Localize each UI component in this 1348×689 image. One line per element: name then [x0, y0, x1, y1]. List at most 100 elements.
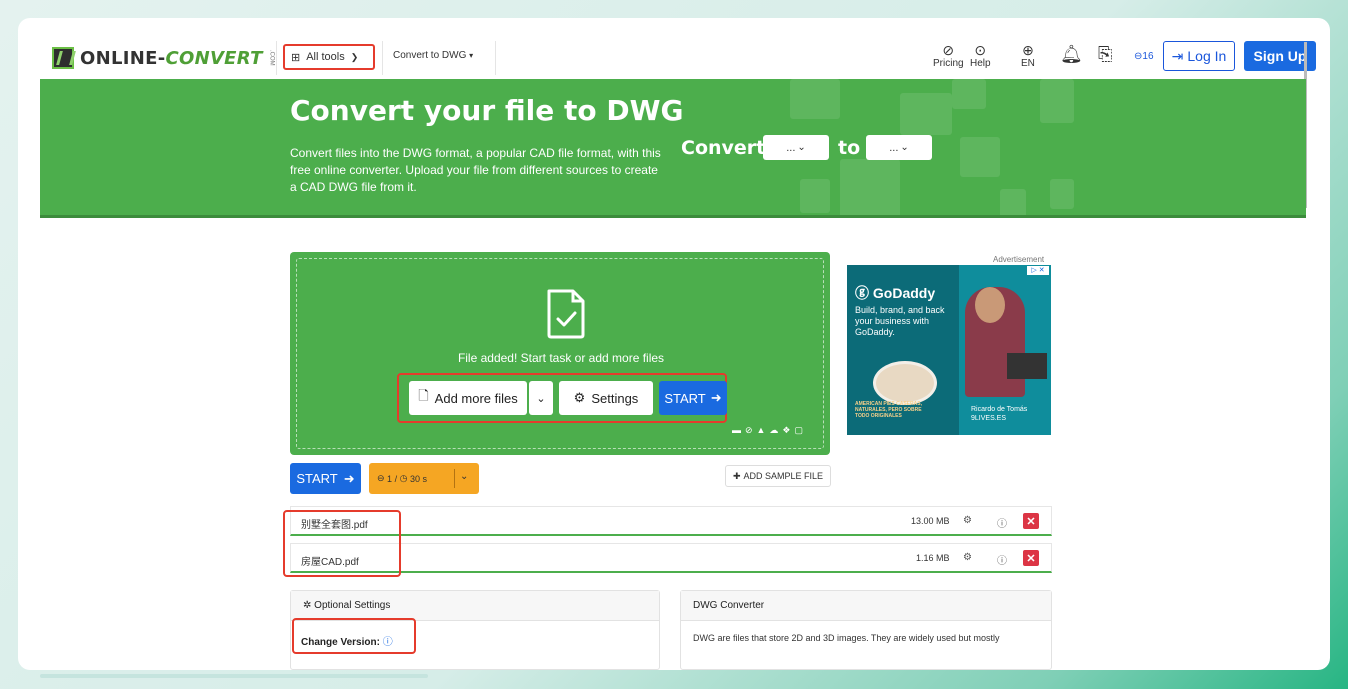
settings-label: Settings	[591, 390, 639, 406]
convert-options-icon[interactable]: ⚙	[963, 552, 972, 563]
delete-file-button[interactable]: ✕	[1023, 550, 1039, 566]
to-label: to	[838, 137, 861, 159]
file-plus-icon: 🗋︎	[418, 388, 429, 403]
advertisement-label: Advertisement	[993, 255, 1045, 264]
ad-choices-icon[interactable]: ▷ ✕	[1027, 266, 1049, 275]
site-logo[interactable]: ONLINE-CONVERT .COM	[52, 41, 275, 75]
from-format-value: ...	[786, 141, 796, 154]
add-sample-label: ADD SAMPLE FILE	[743, 471, 824, 481]
pricing-label: Pricing	[933, 58, 964, 69]
bell-icon: 🔔︎	[1060, 44, 1083, 64]
all-tools-label: All tools	[306, 51, 345, 63]
chevron-down-icon: ⌄	[536, 392, 546, 405]
add-files-source-dropdown[interactable]: ⌄	[529, 381, 553, 415]
highlight-box	[283, 510, 401, 577]
divider	[382, 41, 383, 75]
start-button[interactable]: START ➜	[659, 381, 727, 415]
mail-icon	[790, 79, 840, 119]
add-more-files-button[interactable]: 🗋︎ Add more files	[409, 381, 527, 415]
clock-icon: ◷	[399, 473, 410, 483]
credits-badge: ⊖16	[1134, 51, 1154, 62]
to-format-select[interactable]: ... ⌄	[866, 135, 932, 160]
info-icon[interactable]: ⓘ	[997, 552, 1007, 567]
chart-file-icon	[840, 159, 900, 218]
text-file-icon	[1050, 179, 1074, 209]
globe-icon: ⊕	[1022, 42, 1034, 58]
credits-time-indicator[interactable]: ⊖ 1 / ◷ 30 s ⌄	[369, 463, 479, 494]
gear-icon: ✲	[303, 600, 315, 611]
settings-button[interactable]: ⚙ Settings	[559, 381, 653, 415]
clipboard-clock-icon: ⎘	[1098, 44, 1113, 64]
tag-icon: ⊘	[942, 42, 955, 58]
convert-to-label: Convert to DWG	[393, 50, 467, 61]
top-navbar: ONLINE-CONVERT .COM ⊞ All tools ❯ Conver…	[40, 37, 1316, 79]
ad-brand: ⓖ GoDaddy	[855, 285, 936, 301]
gears-icon: ⚙	[573, 390, 586, 405]
chevron-down-icon: ⌄	[900, 142, 909, 153]
language-selector[interactable]: ⊕ EN	[1021, 42, 1035, 70]
help-link[interactable]: ⊙ Help	[970, 42, 991, 70]
notifications-button[interactable]: 🔔︎	[1060, 44, 1083, 64]
page-title: Convert your file to DWG	[290, 94, 684, 127]
logo-text-accent: CONVERT	[165, 47, 263, 69]
language-label: EN	[1021, 58, 1035, 69]
login-button[interactable]: ⇥ Log In	[1163, 41, 1235, 71]
clipboard-icon[interactable]: ▢	[794, 425, 807, 435]
ad-tagline: Build, brand, and back your business wit…	[855, 305, 945, 337]
chevron-down-icon[interactable]: ⌄	[460, 471, 468, 482]
chart-file-icon	[1040, 79, 1074, 123]
start-label: START	[296, 471, 338, 486]
help-label: Help	[970, 58, 991, 69]
optional-settings-title: Optional Settings	[314, 600, 391, 611]
hero-banner: Convert your file to DWG Convert files i…	[40, 79, 1306, 218]
file-icon	[1000, 189, 1026, 218]
file-row: 房屋CAD.pdf 1.16 MB ⚙ ⓘ ✕	[290, 543, 1052, 573]
google-drive-icon[interactable]: ▲	[756, 425, 769, 435]
close-icon: ✕	[1026, 552, 1036, 565]
dropbox-icon[interactable]: ❖	[782, 425, 794, 435]
convert-label: Convert	[681, 137, 766, 159]
folder-icon[interactable]: ▬	[732, 425, 745, 435]
divider	[495, 41, 496, 75]
arrow-right-icon: ➜	[710, 390, 722, 405]
file-dropzone[interactable]: File added! Start task or add more files…	[290, 252, 830, 455]
godaddy-logo-icon: ⓖ	[855, 285, 873, 301]
pricing-link[interactable]: ⊘ Pricing	[933, 42, 964, 70]
file-size: 13.00 MB	[911, 516, 950, 526]
dwg-converter-panel: DWG Converter DWG are files that store 2…	[680, 590, 1052, 670]
chevron-down-icon: ⌄	[797, 142, 806, 153]
divider	[276, 41, 277, 75]
info-icon[interactable]: ⓘ	[997, 515, 1007, 530]
page-description: Convert files into the DWG format, a pop…	[290, 146, 661, 194]
image-file-icon	[952, 79, 986, 109]
logo-text-main: ONLINE-	[80, 47, 166, 69]
convert-options-icon[interactable]: ⚙	[963, 515, 972, 526]
advertisement[interactable]: ⓖ GoDaddy Build, brand, and back your bu…	[847, 265, 1051, 435]
file-row: 别墅全套图.pdf 13.00 MB ⚙ ⓘ ✕	[290, 506, 1052, 536]
chevron-down-icon: ▾	[469, 51, 474, 60]
logo-icon	[52, 47, 74, 69]
browser-window: ONLINE-CONVERT .COM ⊞ All tools ❯ Conver…	[18, 18, 1330, 670]
jpg-file-icon	[900, 93, 952, 135]
onedrive-icon[interactable]: ☁	[769, 425, 782, 435]
convert-to-menu[interactable]: Convert to DWG ▾	[393, 50, 473, 61]
dwg-converter-title: DWG Converter	[681, 591, 1051, 621]
start-button-secondary[interactable]: START ➜	[290, 463, 361, 494]
credits-count: 16	[1142, 51, 1154, 62]
grid-icon: ⊞	[291, 51, 301, 64]
time-value: 30 s	[409, 473, 427, 484]
add-sample-file-button[interactable]: ✚ ADD SAMPLE FILE	[725, 465, 831, 487]
pdf-file-icon	[960, 137, 1000, 177]
decorative-bar	[40, 674, 428, 678]
upload-source-icons[interactable]: ▬⊘▲☁❖▢	[732, 425, 807, 436]
highlight-box	[292, 618, 416, 654]
coin-icon: ⊖	[377, 473, 388, 483]
history-button[interactable]: ⎘	[1098, 44, 1113, 64]
file-size: 1.16 MB	[916, 553, 950, 563]
delete-file-button[interactable]: ✕	[1023, 513, 1039, 529]
help-icon: ⊙	[974, 42, 987, 58]
file-check-icon	[547, 289, 585, 339]
from-format-select[interactable]: ... ⌄	[763, 135, 829, 160]
all-tools-menu[interactable]: ⊞ All tools ❯	[283, 44, 375, 70]
link-icon[interactable]: ⊘	[745, 425, 757, 435]
